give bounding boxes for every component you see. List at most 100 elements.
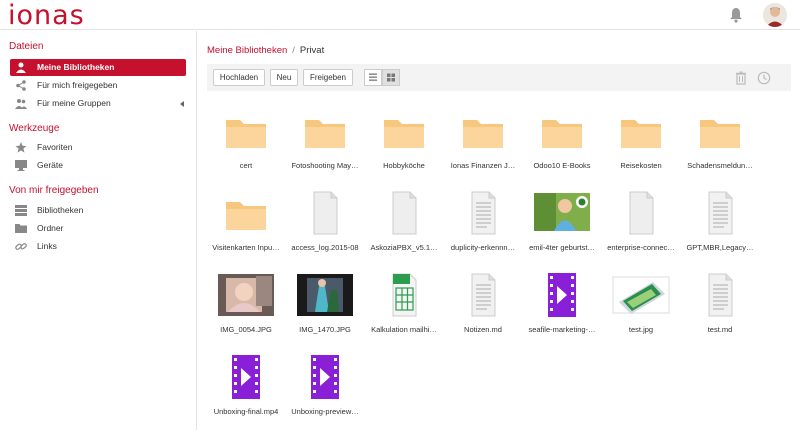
folder-icon[interactable]: [374, 108, 434, 154]
folder-item[interactable]: Hobbyköche: [365, 103, 443, 185]
folder-icon[interactable]: [532, 108, 592, 154]
text-file-icon[interactable]: [690, 272, 750, 318]
main-content: Meine Bibliotheken / Privat Hochladen Neu …: [198, 31, 800, 430]
sidebar-item-fuer-meine-gruppen[interactable]: Für meine Gruppen: [10, 95, 186, 112]
breadcrumb-root-link[interactable]: Meine Bibliotheken: [207, 45, 287, 56]
folder-icon[interactable]: [295, 108, 355, 154]
text-file-icon[interactable]: [453, 190, 513, 236]
grid-view-toggle[interactable]: [382, 69, 400, 86]
folder-icon[interactable]: [216, 190, 276, 236]
share-icon: [16, 80, 26, 91]
app-logo[interactable]: ionas: [8, 0, 85, 32]
file-name-link[interactable]: emil-4ter geburtst…: [523, 243, 601, 252]
text-file-icon[interactable]: [690, 190, 750, 236]
new-button[interactable]: Neu: [270, 69, 298, 86]
sidebar-item-geraete[interactable]: Geräte: [10, 157, 186, 174]
file-name-link[interactable]: seafile-marketing-…: [523, 325, 601, 334]
file-name-link[interactable]: test.jpg: [602, 325, 680, 334]
video-file-icon[interactable]: [295, 354, 355, 400]
sidebar-item-bibliotheken[interactable]: Bibliotheken: [10, 202, 186, 219]
file-name-link[interactable]: Visitenkarten Inpu…: [207, 243, 285, 252]
file-item[interactable]: AskoziaPBX_v5.1…: [365, 185, 443, 267]
text-file-icon[interactable]: [453, 272, 513, 318]
file-item[interactable]: access_log.2015-08: [286, 185, 364, 267]
folder-icon: [15, 224, 27, 233]
file-name-link[interactable]: Schadensmeldun…: [681, 161, 759, 170]
file-name-link[interactable]: Unboxing-final.mp4: [207, 407, 285, 416]
folder-item[interactable]: Schadensmeldun…: [681, 103, 759, 185]
file-name-link[interactable]: access_log.2015-08: [286, 243, 364, 252]
folder-icon[interactable]: [690, 108, 750, 154]
image-thumbnail[interactable]: [295, 272, 355, 318]
file-name-link[interactable]: test.md: [681, 325, 759, 334]
file-name-link[interactable]: Kalkulation mailhi…: [365, 325, 443, 334]
file-name-link[interactable]: IMG_1470.JPG: [286, 325, 364, 334]
file-name-link[interactable]: Hobbyköche: [365, 161, 443, 170]
grid-view-icon: [387, 73, 395, 82]
file-item[interactable]: Kalkulation mailhi…: [365, 267, 443, 349]
file-item[interactable]: emil-4ter geburtst…: [523, 185, 601, 267]
image-thumbnail[interactable]: [611, 272, 671, 318]
file-name-link[interactable]: GPT,MBR,Legacy…: [681, 243, 759, 252]
file-item[interactable]: IMG_1470.JPG: [286, 267, 364, 349]
folder-item[interactable]: Odoo10 E-Books: [523, 103, 601, 185]
breadcrumb-current: Privat: [299, 45, 325, 56]
share-button[interactable]: Freigeben: [303, 69, 353, 86]
file-name-link[interactable]: duplicity-erkennn…: [444, 243, 522, 252]
avatar[interactable]: [763, 3, 787, 27]
sidebar-item-meine-bibliotheken[interactable]: Meine Bibliotheken: [10, 59, 186, 76]
trash-icon[interactable]: [734, 71, 748, 85]
file-icon[interactable]: [295, 190, 355, 236]
file-name-link[interactable]: enterprise-connec…: [602, 243, 680, 252]
caret-left-icon[interactable]: [180, 101, 184, 107]
folder-icon[interactable]: [611, 108, 671, 154]
sidebar-item-ordner[interactable]: Ordner: [10, 220, 186, 237]
file-item[interactable]: seafile-marketing-…: [523, 267, 601, 349]
image-thumbnail[interactable]: [216, 272, 276, 318]
file-item[interactable]: enterprise-connec…: [602, 185, 680, 267]
monitor-icon: [15, 160, 27, 171]
sidebar-item-label: Ordner: [37, 223, 64, 233]
file-name-link[interactable]: cert: [207, 161, 285, 170]
image-thumbnail[interactable]: [532, 190, 592, 236]
file-name-link[interactable]: Odoo10 E-Books: [523, 161, 601, 170]
breadcrumb-separator: /: [292, 45, 295, 56]
sidebar-section-title: Dateien: [9, 41, 44, 52]
folder-icon[interactable]: [453, 108, 513, 154]
file-icon[interactable]: [374, 190, 434, 236]
file-name-link[interactable]: Fotoshooting May…: [286, 161, 364, 170]
folder-item[interactable]: Ionas Finanzen J…: [444, 103, 522, 185]
folder-item[interactable]: Fotoshooting May…: [286, 103, 364, 185]
file-name-link[interactable]: Notizen.md: [444, 325, 522, 334]
file-name-link[interactable]: Ionas Finanzen J…: [444, 161, 522, 170]
upload-button[interactable]: Hochladen: [213, 69, 265, 86]
file-item[interactable]: Unboxing-preview…: [286, 349, 364, 431]
file-item[interactable]: test.md: [681, 267, 759, 349]
folder-icon[interactable]: [216, 108, 276, 154]
folder-item[interactable]: Visitenkarten Inpu…: [207, 185, 285, 267]
file-icon[interactable]: [611, 190, 671, 236]
video-file-icon[interactable]: [216, 354, 276, 400]
sidebar-item-label: Bibliotheken: [37, 205, 84, 215]
list-view-toggle[interactable]: [364, 69, 382, 86]
spreadsheet-icon[interactable]: [374, 272, 434, 318]
file-item[interactable]: duplicity-erkennn…: [444, 185, 522, 267]
file-item[interactable]: GPT,MBR,Legacy…: [681, 185, 759, 267]
bell-icon[interactable]: [729, 7, 743, 23]
file-name-link[interactable]: Unboxing-preview…: [286, 407, 364, 416]
file-name-link[interactable]: AskoziaPBX_v5.1…: [365, 243, 443, 252]
folder-item[interactable]: cert: [207, 103, 285, 185]
sidebar-item-favoriten[interactable]: Favoriten: [10, 139, 186, 156]
file-name-link[interactable]: Reisekosten: [602, 161, 680, 170]
sidebar-item-fuer-mich-freigegeben[interactable]: Für mich freigegeben: [10, 77, 186, 94]
file-name-link[interactable]: IMG_0054.JPG: [207, 325, 285, 334]
file-item[interactable]: IMG_0054.JPG: [207, 267, 285, 349]
history-icon[interactable]: [757, 71, 771, 85]
video-file-icon[interactable]: [532, 272, 592, 318]
file-item[interactable]: test.jpg: [602, 267, 680, 349]
file-item[interactable]: Unboxing-final.mp4: [207, 349, 285, 431]
sidebar-item-links[interactable]: Links: [10, 238, 186, 255]
file-item[interactable]: Notizen.md: [444, 267, 522, 349]
group-icon: [15, 99, 27, 109]
folder-item[interactable]: Reisekosten: [602, 103, 680, 185]
